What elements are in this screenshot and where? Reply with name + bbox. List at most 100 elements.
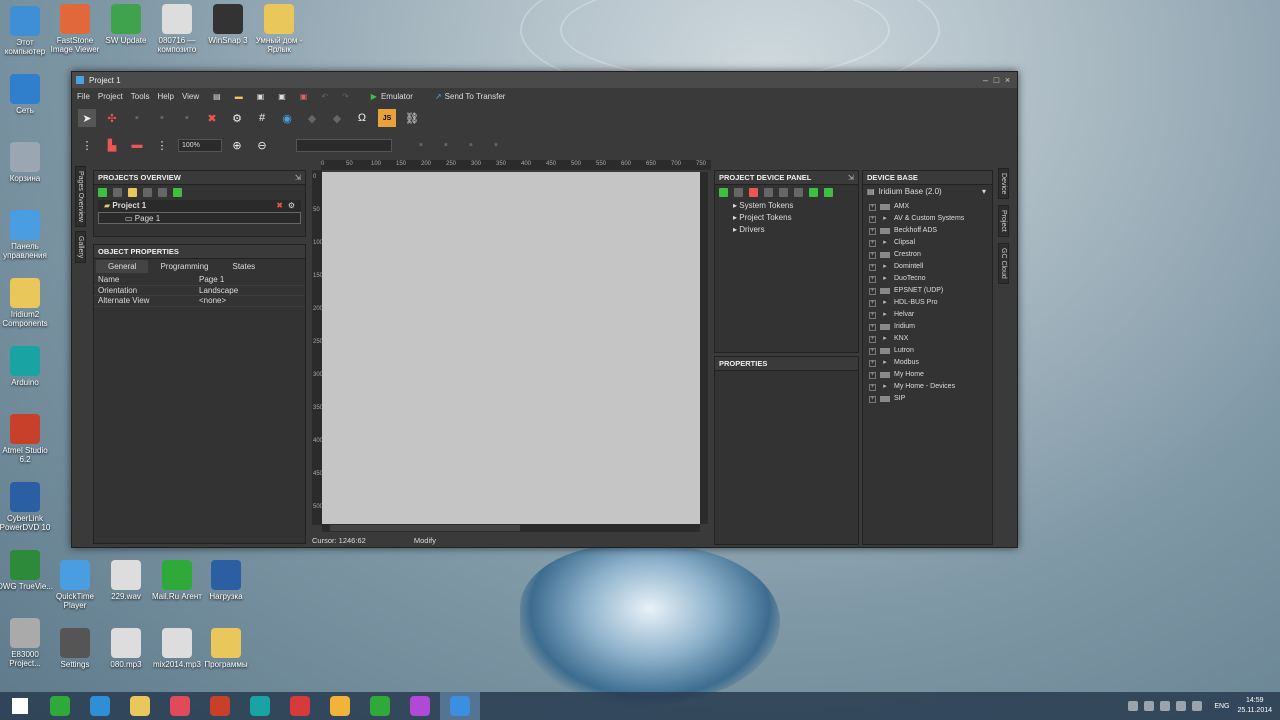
tree-system-tokens[interactable]: ▸ System Tokens	[715, 200, 858, 212]
device-item[interactable]: + ▸ My Home - Devices	[863, 381, 992, 393]
tree-project[interactable]: ▰ Project 1 ✖ ⚙	[98, 200, 301, 212]
device-item[interactable]: + ▸ HDL-BUS Pro	[863, 297, 992, 309]
tab-gc-cloud[interactable]: GC Cloud	[998, 243, 1009, 284]
omega-icon[interactable]: Ω	[353, 109, 371, 127]
device-item[interactable]: + Iridium	[863, 321, 992, 333]
maximize-button[interactable]: □	[991, 75, 1002, 85]
zoom-in-icon[interactable]: ⊕	[228, 136, 246, 154]
tray-icon[interactable]	[1144, 701, 1155, 711]
taskbar-app-button[interactable]	[440, 692, 480, 720]
language-indicator[interactable]: ENG	[1214, 703, 1229, 710]
expand-icon[interactable]: +	[869, 371, 876, 379]
settings-gear-icon[interactable]: ⚙	[288, 200, 295, 212]
expand-icon[interactable]: +	[869, 395, 876, 403]
property-row[interactable]: Name Page 1	[94, 275, 305, 286]
tree-drivers[interactable]: ▸ Drivers	[715, 224, 858, 236]
device-item[interactable]: + ▸ Modbus	[863, 357, 992, 369]
device-item[interactable]: + My Home	[863, 369, 992, 381]
tab-programming[interactable]: Programming	[148, 260, 220, 273]
align-icon[interactable]: ▙	[103, 136, 121, 154]
device-item[interactable]: + Crestron	[863, 249, 992, 261]
desktop-icon[interactable]: 229.wav	[97, 560, 155, 601]
new-project-icon[interactable]: ▤	[213, 92, 221, 101]
remove-icon[interactable]: ✖	[276, 200, 283, 212]
javascript-icon[interactable]: JS	[378, 109, 396, 127]
close-button[interactable]: ×	[1002, 75, 1013, 85]
tab-pages-overview[interactable]: Pages Overview	[75, 166, 86, 227]
move-down-icon[interactable]	[779, 188, 788, 197]
taskbar-app-button[interactable]	[400, 692, 440, 720]
desktop-icon[interactable]: Нагрузка	[197, 560, 255, 601]
desktop-icon[interactable]: Arduino	[0, 346, 54, 387]
upload-icon[interactable]	[809, 188, 818, 197]
save-icon[interactable]: ▣	[257, 92, 265, 101]
vertical-scrollbar[interactable]	[700, 172, 708, 524]
refresh-icon[interactable]	[824, 188, 833, 197]
desktop-icon[interactable]: QuickTime Player	[46, 560, 104, 610]
desktop-icon[interactable]: Settings	[46, 628, 104, 669]
taskbar-app-button[interactable]	[120, 692, 160, 720]
device-item[interactable]: + SIP	[863, 393, 992, 405]
device-item[interactable]: + Beckhoff ADS	[863, 225, 992, 237]
expand-icon[interactable]: +	[869, 347, 876, 355]
open-folder-icon[interactable]: ▬	[235, 92, 243, 101]
tree-project-tokens[interactable]: ▸ Project Tokens	[715, 212, 858, 224]
expand-icon[interactable]: +	[869, 227, 876, 235]
desktop-icon[interactable]: Панель управления	[0, 210, 54, 260]
object-select[interactable]	[296, 138, 392, 152]
scroll-thumb[interactable]	[330, 525, 520, 531]
property-row[interactable]: Alternate View <none>	[94, 296, 305, 307]
desktop-icon[interactable]: WinSnap 3	[199, 4, 257, 45]
network-icon[interactable]	[1176, 701, 1187, 711]
expand-icon[interactable]: +	[869, 215, 876, 223]
add-folder-icon[interactable]	[113, 188, 122, 197]
settings-gear-icon[interactable]: ⚙	[228, 109, 246, 127]
close-project-icon[interactable]: ▣	[300, 92, 308, 101]
paste-icon[interactable]	[158, 188, 167, 197]
expand-icon[interactable]: +	[869, 203, 876, 211]
send-to-transfer-button[interactable]: ↗ Send To Transfer	[435, 92, 513, 101]
expand-icon[interactable]: +	[869, 311, 876, 319]
taskbar-app-button[interactable]	[80, 692, 120, 720]
desktop-icon[interactable]: Программы	[197, 628, 255, 669]
desktop-icon[interactable]: Atmel Studio 6.2	[0, 414, 54, 464]
device-item[interactable]: + ▸ Clipsal	[863, 237, 992, 249]
taskbar-app-button[interactable]	[40, 692, 80, 720]
tab-states[interactable]: States	[220, 260, 267, 273]
taskbar-app-button[interactable]	[360, 692, 400, 720]
device-item[interactable]: + ▸ KNX	[863, 333, 992, 345]
expand-icon[interactable]: +	[869, 323, 876, 331]
emulator-button[interactable]: ▶ Emulator	[371, 92, 421, 101]
start-button[interactable]	[0, 692, 40, 720]
menu-help[interactable]: Help	[157, 92, 173, 101]
taskbar-app-button[interactable]	[240, 692, 280, 720]
title-bar[interactable]: Project 1 – □ ×	[72, 72, 1017, 88]
desktop-icon[interactable]: Корзина	[0, 142, 54, 183]
expand-icon[interactable]: +	[869, 359, 876, 367]
taskbar-app-button[interactable]	[320, 692, 360, 720]
desktop-icon[interactable]: SW Update	[97, 4, 155, 45]
desktop-icon[interactable]: 080.mp3	[97, 628, 155, 669]
device-item[interactable]: + AMX	[863, 201, 992, 213]
property-row[interactable]: Orientation Landscape	[94, 286, 305, 296]
undo-icon[interactable]: ↶	[321, 92, 328, 101]
taskbar-app-button[interactable]	[200, 692, 240, 720]
delete-item-icon[interactable]: ✖	[203, 109, 221, 127]
desktop-icon[interactable]: FastStone Image Viewer	[46, 4, 104, 54]
globe-icon[interactable]: ◉	[278, 109, 296, 127]
tab-project[interactable]: Project	[998, 205, 1009, 238]
redo-icon[interactable]: ↷	[342, 92, 349, 101]
device-base-select[interactable]: ▤ Iridium Base (2.0) ▾	[863, 185, 992, 199]
add-page-icon[interactable]	[98, 188, 107, 197]
zoom-out-icon[interactable]: ⊖	[253, 136, 271, 154]
zoom-select[interactable]: 100%	[178, 138, 222, 152]
menu-project[interactable]: Project	[98, 92, 123, 101]
device-item[interactable]: + ▸ Domintell	[863, 261, 992, 273]
folder-icon[interactable]	[128, 188, 137, 197]
expand-icon[interactable]: +	[869, 383, 876, 391]
page-canvas[interactable]	[322, 172, 700, 524]
tab-gallery[interactable]: Gallery	[75, 230, 86, 264]
device-item[interactable]: + ▸ Helvar	[863, 309, 992, 321]
tree-page[interactable]: ▭ Page 1	[98, 212, 301, 224]
taskbar-app-button[interactable]	[280, 692, 320, 720]
